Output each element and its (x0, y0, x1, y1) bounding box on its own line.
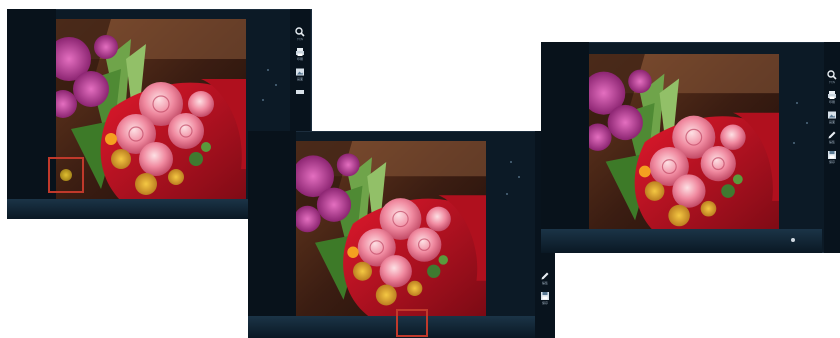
favorite-icon[interactable] (60, 169, 72, 181)
tool-label: 画面 (296, 77, 303, 81)
sparkle (267, 69, 269, 71)
more-button[interactable] (294, 87, 306, 97)
sparkle (793, 142, 795, 144)
more-icon (295, 87, 305, 97)
sparkle (796, 102, 798, 104)
photo-preview[interactable] (296, 141, 486, 316)
save-button[interactable]: 保存 (539, 291, 551, 305)
tool-label: 画面 (828, 120, 835, 124)
image-button[interactable]: 画面 (294, 67, 306, 81)
tool-label: 編集 (541, 281, 548, 285)
search-icon (295, 27, 305, 37)
save-icon (540, 291, 550, 301)
tool-label: ｱｲﾌﾙ (828, 80, 835, 84)
search-button[interactable]: ｱｲﾌﾙ (294, 27, 306, 41)
tool-label: 保存 (828, 160, 835, 164)
side-toolbar: ｱｲﾌﾙ 印刷 画面 編集 保存 (824, 42, 840, 253)
sparkle (506, 193, 508, 195)
save-icon (827, 150, 837, 160)
edit-button[interactable]: 編集 (539, 271, 551, 285)
sparkle (510, 161, 512, 163)
tool-label: 印刷 (828, 100, 835, 104)
image-button[interactable]: 画面 (826, 110, 838, 124)
image-icon (827, 110, 837, 120)
search-button[interactable]: ｱｲﾌﾙ (826, 70, 838, 84)
print-button[interactable]: 印刷 (826, 90, 838, 104)
print-icon (295, 47, 305, 57)
search-icon (827, 70, 837, 80)
tool-label: ｱｲﾌﾙ (296, 37, 303, 41)
sparkle (518, 176, 520, 178)
tool-label: 編集 (828, 140, 835, 144)
bottom-strip (541, 229, 822, 253)
print-button[interactable]: 印刷 (294, 47, 306, 61)
left-margin (541, 42, 589, 253)
sparkle (262, 99, 264, 101)
highlight-box (48, 157, 84, 193)
sparkle (275, 84, 277, 86)
sparkle (806, 122, 808, 124)
left-margin (248, 131, 296, 338)
image-icon (295, 67, 305, 77)
page-indicator (791, 238, 795, 242)
screen-middle: 編集 保存 (248, 131, 555, 338)
tool-label: 保存 (541, 301, 548, 305)
tool-label: 印刷 (296, 57, 303, 61)
save-button[interactable]: 保存 (826, 150, 838, 164)
print-icon (827, 90, 837, 100)
photo-preview[interactable] (56, 19, 246, 209)
photo-preview[interactable] (589, 54, 779, 240)
screen-right: ｱｲﾌﾙ 印刷 画面 編集 保存 (541, 42, 840, 253)
highlight-box (396, 309, 428, 337)
edit-button[interactable]: 編集 (826, 130, 838, 144)
pen-icon (540, 271, 550, 281)
pen-icon (827, 130, 837, 140)
bottom-strip (248, 316, 537, 338)
